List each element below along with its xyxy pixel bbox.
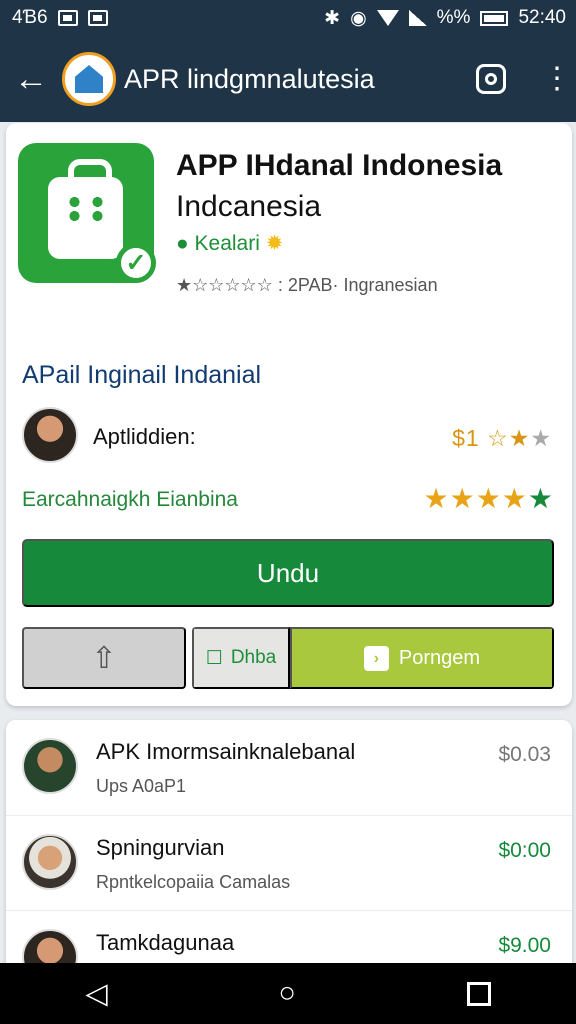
install-button[interactable]: Undu [22, 539, 554, 607]
list-title: Tamkdagunaa [96, 930, 235, 955]
developer-name: Kealari [194, 232, 260, 255]
app-bar-title: APR lindgmnalutesia [124, 63, 375, 94]
price-rating: $1 ☆★★ [452, 425, 552, 452]
five-star-rating: ★★★★★ [423, 482, 554, 515]
status-left: 4Ɓ6 [12, 7, 108, 29]
avatar [22, 738, 78, 794]
battery-icon [480, 10, 509, 26]
screen-record-icon [57, 10, 78, 26]
price-value: $1 [452, 425, 480, 451]
list-item[interactable]: Spningurvian Rpntkelcopaiia Camalas $0:0… [6, 815, 572, 909]
more-vertical-icon[interactable]: ⋮ [542, 64, 572, 94]
app-icon[interactable]: ✓ [18, 143, 156, 283]
chat-icon: ☐ [205, 647, 223, 669]
app-rating-line: ★☆☆☆☆☆ : 2PAB· Ingranesian [176, 275, 438, 295]
house-icon [75, 65, 103, 93]
list-price: $0.03 [498, 743, 551, 766]
avatar [22, 834, 78, 890]
back-nav-icon[interactable]: ◁ [85, 976, 107, 1011]
back-icon[interactable]: ← [14, 60, 62, 99]
promo-label: Porngem [398, 646, 481, 669]
bag-dots-icon [63, 195, 109, 223]
list-title: Spningurvian [96, 835, 225, 860]
wifi-icon [376, 10, 399, 26]
list-subtitle: Rpntkelcopaiia Camalas [96, 872, 291, 892]
android-navigation-bar: ◁ ○ [0, 963, 576, 1024]
star-icon: ★ [508, 425, 531, 451]
status-bar: 4Ɓ6 ✱ ◉ %% 52:40 [0, 0, 576, 36]
chat-label: Dhba [230, 647, 277, 668]
shopping-bag-icon [48, 159, 123, 259]
list-subtitle: Ups A0aP1 [96, 776, 187, 796]
app-bar: ← APR lindgmnalutesia ⋮ [0, 36, 576, 122]
star-badge-icon: ✹ [265, 232, 284, 255]
status-left-text: 4Ɓ6 [12, 7, 48, 28]
app-title: APP IHdanal Indonesia Indcanesia [176, 145, 556, 227]
app-title-main: APP IHdanal Indonesia [176, 149, 503, 182]
share-icon: ⇧ [91, 641, 117, 675]
promo-button[interactable]: › Porngem [290, 627, 554, 689]
instagram-icon[interactable] [476, 64, 506, 94]
developer-label: Aptliddien: [93, 424, 196, 449]
bluetooth-icon: ✱ [324, 7, 341, 29]
share-button[interactable]: ⇧ [22, 627, 186, 689]
status-right: ✱ ◉ %% 52:40 [324, 7, 566, 30]
rating-label: Earcahnaigkh Eianbina [22, 488, 238, 511]
recent-apps-icon[interactable] [466, 981, 491, 1006]
developer-line: ● Kealari ✹ [176, 231, 283, 256]
chat-button[interactable]: ☐ Dhba [192, 627, 290, 689]
app-detail-card: ✓ APP IHdanal Indonesia Indcanesia ● Keal… [6, 123, 572, 706]
location-icon: ● [176, 232, 189, 255]
verified-check-icon: ✓ [116, 243, 156, 283]
developer-avatar [22, 407, 78, 463]
list-price: $9.00 [498, 934, 551, 957]
chat-promo-buttons: ☐ Dhba › Porngem [192, 627, 554, 689]
app-title-sub: Indcanesia [176, 190, 322, 223]
battery-percent: %% [436, 7, 471, 28]
photo-icon [87, 10, 108, 26]
signal-icon [408, 10, 427, 26]
empty-star-icon: ★ [530, 425, 552, 451]
rating-stars: ★★★★ [423, 483, 528, 514]
home-nav-icon[interactable]: ○ [278, 977, 296, 1010]
list-price: $0:00 [498, 839, 551, 862]
green-star-icon: ★ [527, 483, 554, 514]
app-logo [62, 52, 116, 106]
list-title: APK Imormsainknalebanal [96, 739, 356, 764]
alarm-icon: ◉ [350, 7, 367, 29]
status-time: 52:40 [518, 7, 566, 28]
arrow-right-icon: › [363, 645, 389, 671]
half-star-icon: ☆ [487, 425, 509, 451]
details-title: APail Inginail Indanial [22, 361, 262, 389]
list-item[interactable]: APK Imormsainknalebanal Ups A0aP1 $0.03 [6, 720, 572, 814]
